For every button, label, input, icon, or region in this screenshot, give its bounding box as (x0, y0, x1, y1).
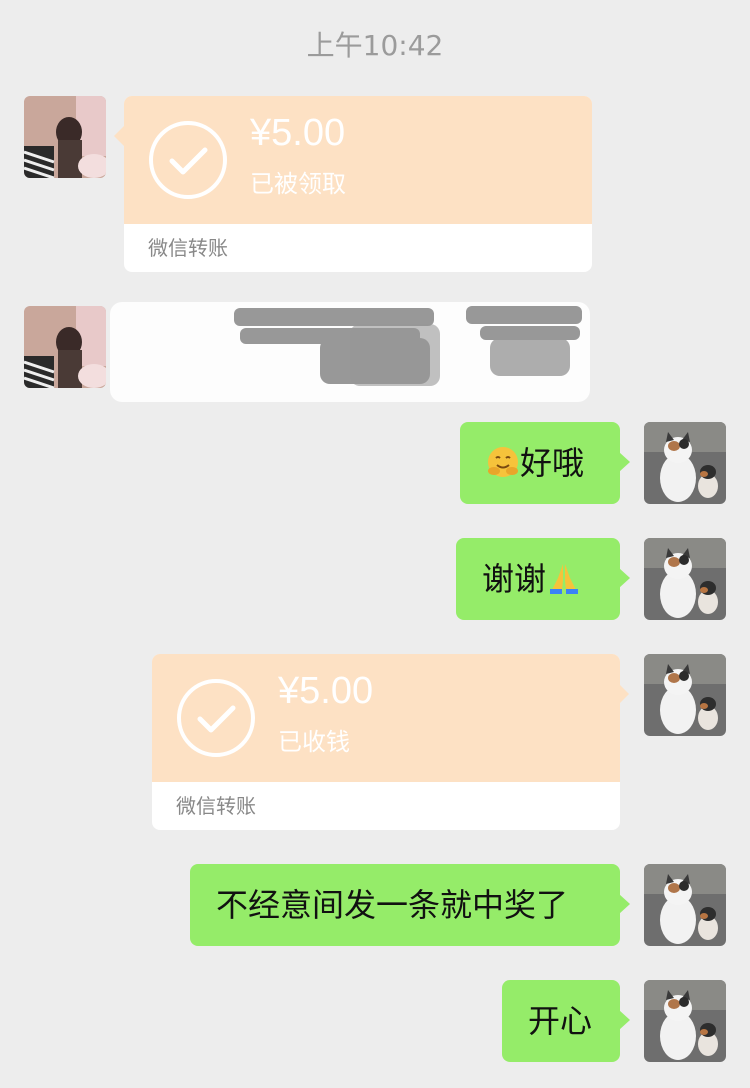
bubble-tail (619, 894, 630, 914)
transfer-footer-label: 微信转账 (176, 794, 256, 818)
my-avatar[interactable] (644, 980, 726, 1062)
chat-timestamp: 上午10:42 (306, 29, 444, 62)
transfer-amount: ¥5.00 (278, 670, 374, 712)
message-text: 谢谢 (482, 560, 547, 598)
message-text: 不经意间发一条就中奖了 (216, 886, 569, 924)
redacted-message (110, 302, 590, 402)
transfer-status: 已收钱 (278, 728, 350, 756)
my-avatar[interactable] (644, 422, 726, 504)
transfer-status: 已被领取 (250, 170, 346, 198)
bubble-tail (619, 568, 630, 588)
message-bubble[interactable]: 不经意间发一条就中奖了 (190, 864, 620, 946)
my-avatar[interactable] (644, 654, 726, 736)
transfer-footer-label: 微信转账 (148, 236, 228, 260)
message-text: 开心 (528, 1002, 593, 1040)
folded-hands-icon (550, 564, 579, 594)
bubble-tail (619, 452, 630, 472)
check-circle-icon (149, 121, 227, 199)
transfer-card-sent[interactable]: ¥5.00 已收钱 微信转账 (152, 654, 620, 830)
message-bubble[interactable]: 开心 (502, 980, 620, 1062)
check-circle-icon (177, 679, 255, 757)
transfer-card-body: ¥5.00 已被领取 (124, 96, 592, 224)
contact-avatar[interactable] (24, 96, 106, 178)
message-text: 好哦 (520, 444, 585, 482)
bubble-tail (619, 1010, 630, 1030)
message-bubble[interactable]: 谢谢 (456, 538, 620, 620)
contact-avatar[interactable] (24, 306, 106, 388)
hugging-face-icon (488, 447, 518, 477)
transfer-card-received[interactable]: ¥5.00 已被领取 微信转账 (124, 96, 592, 272)
my-avatar[interactable] (644, 538, 726, 620)
bubble-tail (114, 126, 124, 146)
my-avatar[interactable] (644, 864, 726, 946)
transfer-card-body: ¥5.00 已收钱 (152, 654, 620, 782)
bubble-tail (619, 684, 629, 704)
message-bubble[interactable]: 好哦 (460, 422, 620, 504)
transfer-amount: ¥5.00 (250, 112, 346, 154)
